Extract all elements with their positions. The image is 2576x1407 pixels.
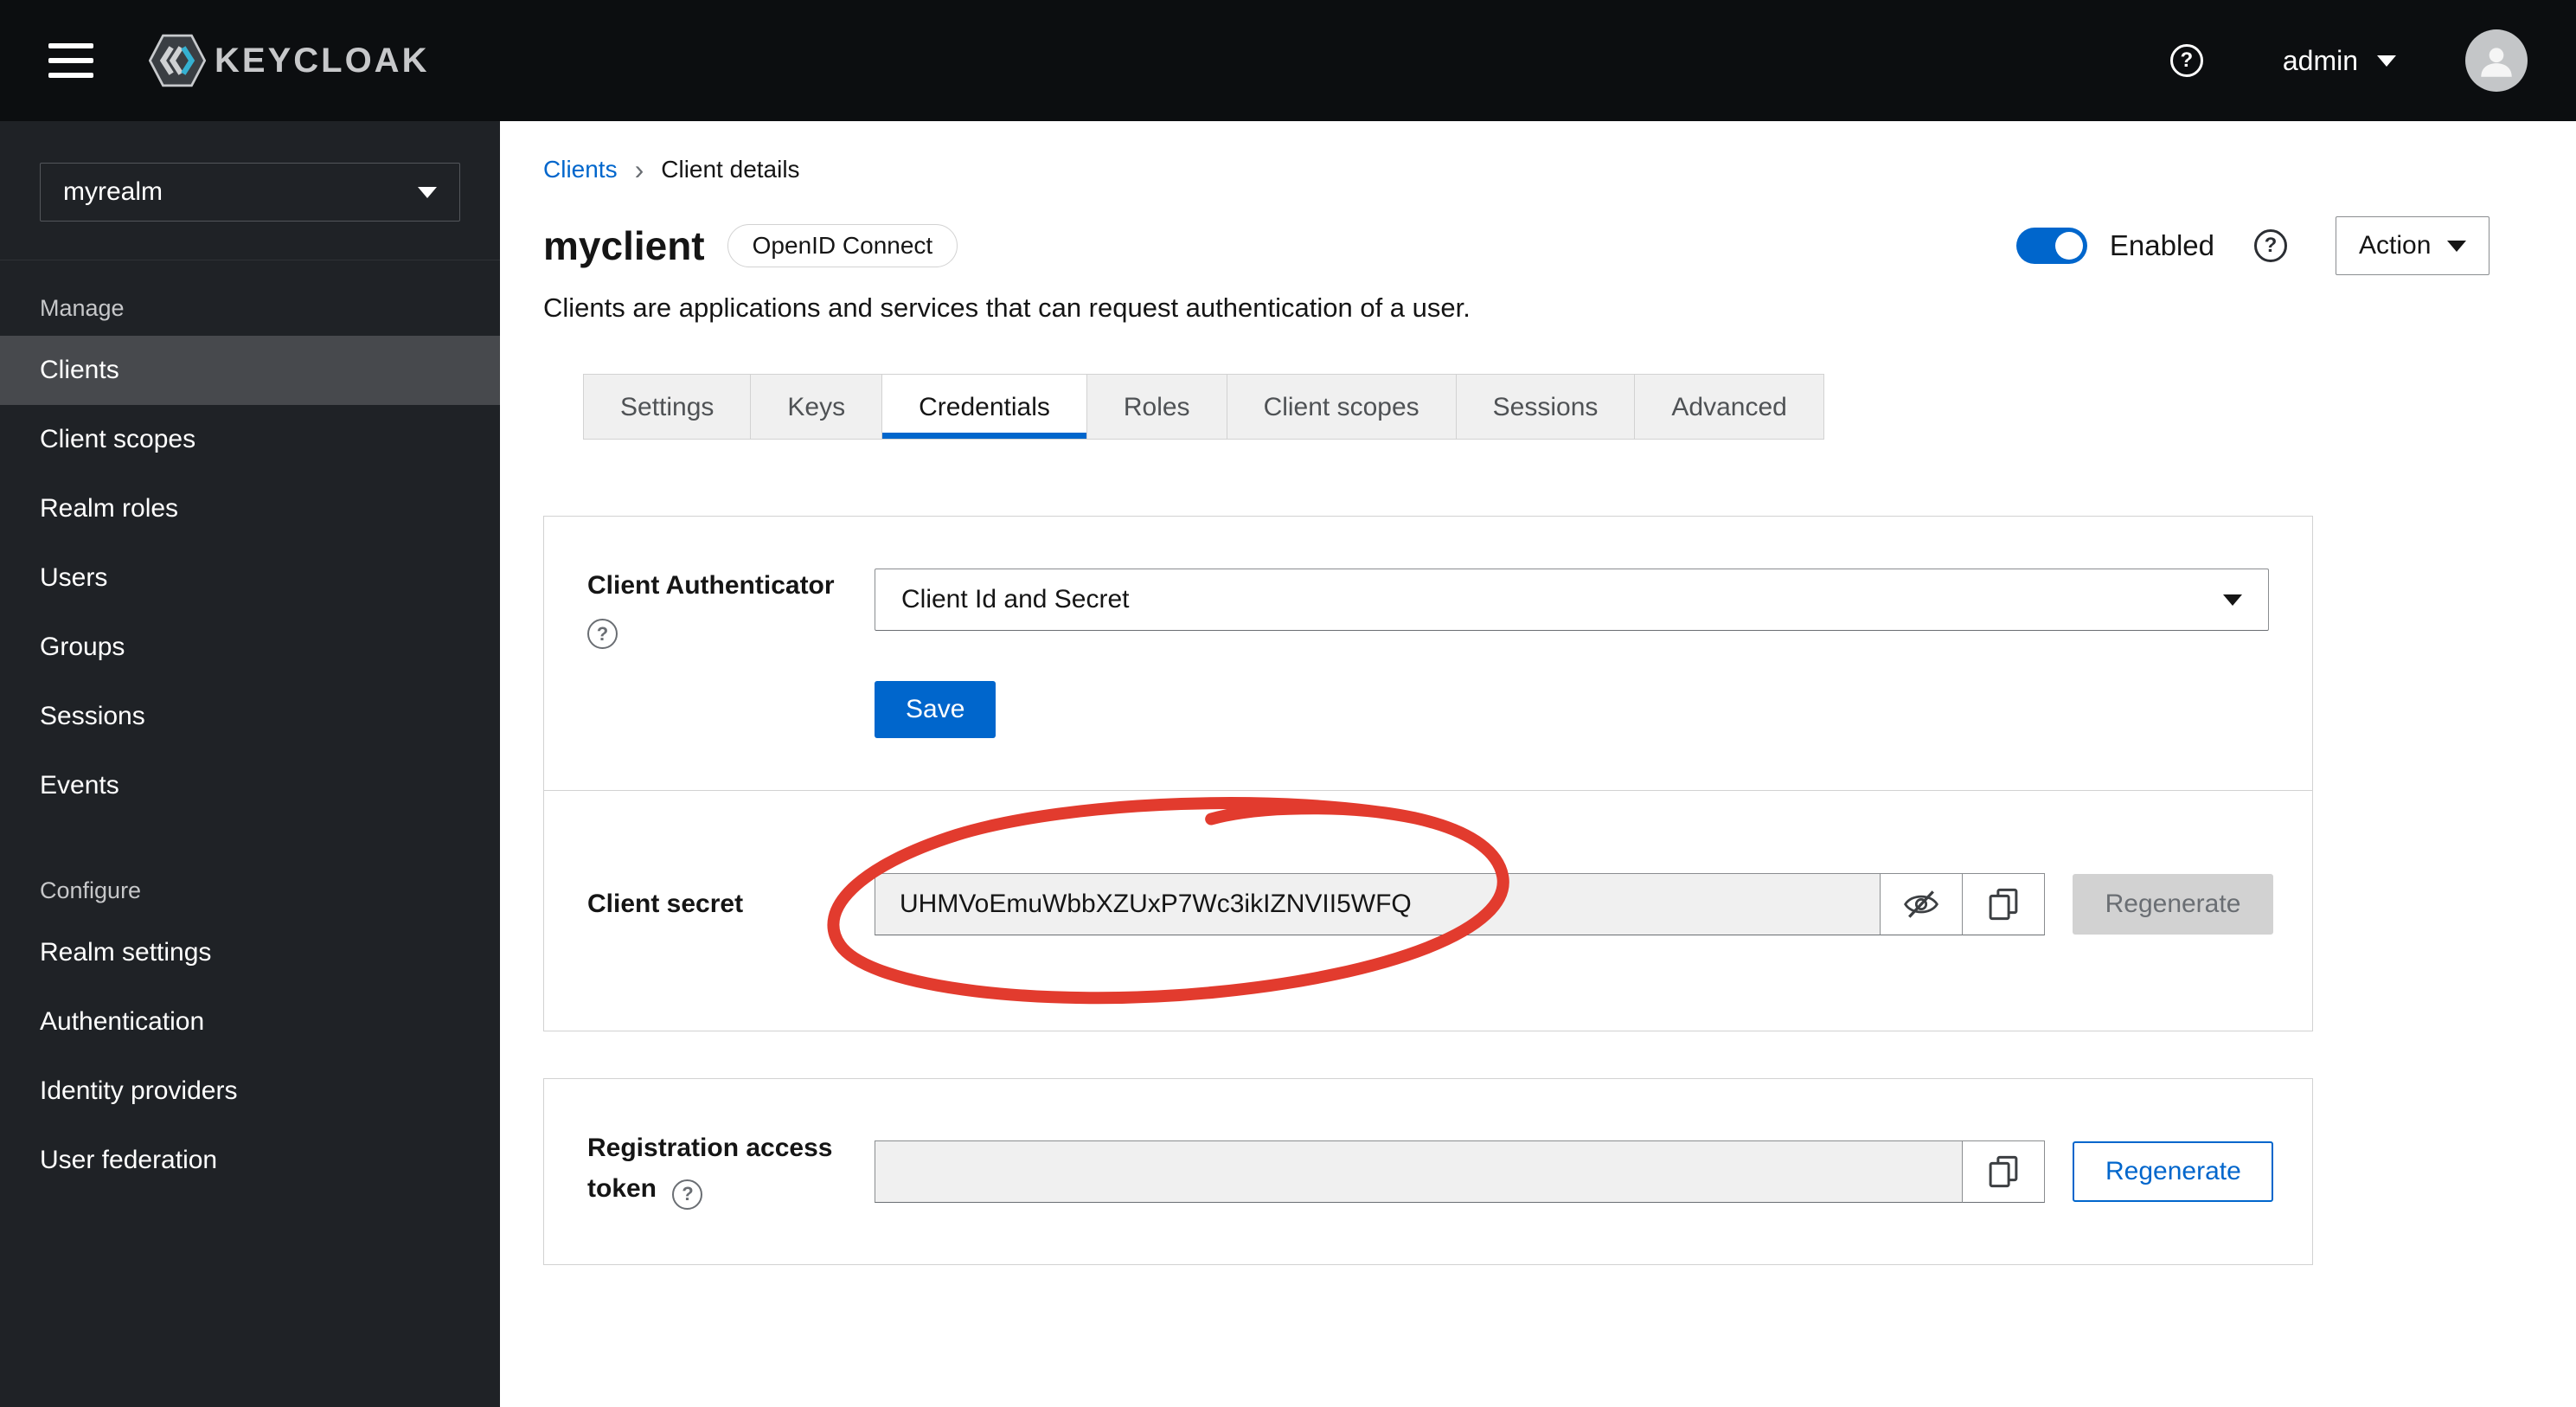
chevron-down-icon — [2447, 240, 2466, 252]
client-secret-input[interactable] — [875, 873, 1881, 935]
chevron-down-icon — [418, 186, 437, 198]
client-authenticator-label: Client Authenticator — [587, 571, 835, 600]
page-title: myclient — [543, 223, 705, 268]
tab-advanced[interactable]: Advanced — [1635, 374, 1824, 440]
masthead: KEYCLOAK ? admin — [0, 0, 2576, 121]
client-authenticator-help-icon[interactable]: ? — [587, 619, 618, 649]
page-header: myclient OpenID Connect Enabled ? Action — [543, 216, 2489, 275]
nav-section-manage-label: Manage — [40, 295, 125, 321]
regenerate-secret-button[interactable]: Regenerate — [2073, 874, 2273, 935]
breadcrumb: Clients › Client details — [543, 156, 2489, 183]
registration-token-field: Regenerate — [875, 1131, 2273, 1212]
tab-sessions[interactable]: Sessions — [1456, 374, 1636, 440]
client-authenticator-label-col: Client Authenticator ? — [587, 569, 875, 738]
nav-section-configure: Configure Realm settings Authentication … — [0, 820, 500, 1195]
avatar[interactable] — [2465, 29, 2528, 92]
registration-token-input[interactable] — [875, 1140, 1963, 1203]
tab-credentials[interactable]: Credentials — [882, 374, 1087, 440]
keycloak-logo-icon — [149, 34, 206, 87]
copy-icon — [1989, 1155, 2018, 1188]
question-glyph: ? — [596, 622, 609, 645]
tab-roles[interactable]: Roles — [1086, 374, 1227, 440]
masthead-controls: ? admin — [2169, 29, 2528, 92]
page-description: Clients are applications and services th… — [543, 292, 1471, 323]
client-secret-field: Regenerate — [875, 873, 2273, 935]
action-dropdown[interactable]: Action — [2336, 216, 2489, 275]
action-label: Action — [2359, 231, 2432, 260]
sidebar-item-client-scopes[interactable]: Client scopes — [0, 405, 500, 474]
enabled-toggle[interactable] — [2015, 228, 2087, 264]
user-name: admin — [2282, 44, 2358, 76]
client-secret-section: Client secret UHMVoEmuWbbXZUxP7Wc3ikIZNV… — [544, 790, 2312, 1031]
client-authenticator-select[interactable]: Client Id and Secret — [875, 569, 2269, 631]
enabled-help-icon[interactable]: ? — [2254, 229, 2287, 262]
chevron-down-icon — [2223, 594, 2242, 606]
credentials-card: Client Authenticator ? Client Id and Sec… — [543, 516, 2313, 1031]
eye-slash-icon — [1904, 890, 1938, 918]
sidebar-item-users[interactable]: Users — [0, 543, 500, 613]
sidebar-item-events[interactable]: Events — [0, 751, 500, 820]
sidebar-item-sessions[interactable]: Sessions — [0, 682, 500, 751]
brand-text: KEYCLOAK — [215, 41, 430, 80]
realm-name: myrealm — [63, 177, 163, 206]
save-button[interactable]: Save — [875, 681, 996, 738]
copy-token-button[interactable] — [1963, 1140, 2045, 1203]
enabled-label: Enabled — [2109, 229, 2214, 261]
header-controls: Enabled ? Action — [2015, 216, 2489, 275]
sidebar-item-user-federation[interactable]: User federation — [0, 1126, 500, 1195]
sidebar-item-identity-providers[interactable]: Identity providers — [0, 1057, 500, 1126]
show-secret-button[interactable] — [1881, 873, 1963, 935]
keycloak-logo: KEYCLOAK — [149, 32, 429, 89]
client-secret-input-group — [875, 873, 2045, 935]
sidebar-item-groups[interactable]: Groups — [0, 613, 500, 682]
registration-token-card: Registration access token ? Regenerate — [543, 1078, 2313, 1265]
nav-section-manage: Manage Clients Client scopes Realm roles… — [0, 260, 500, 820]
registration-token-help-icon[interactable]: ? — [672, 1179, 703, 1210]
nav-toggle-button[interactable] — [42, 36, 100, 85]
sidebar: myrealm Manage Clients Client scopes Rea… — [0, 121, 500, 1407]
sidebar-item-clients[interactable]: Clients — [0, 336, 500, 405]
regenerate-token-button[interactable]: Regenerate — [2073, 1141, 2273, 1202]
realm-selector-wrap: myrealm — [0, 121, 500, 260]
registration-token-section: Registration access token ? Regenerate — [544, 1079, 2312, 1264]
sidebar-item-realm-roles[interactable]: Realm roles — [0, 474, 500, 543]
protocol-badge: OpenID Connect — [727, 224, 958, 267]
tab-keys[interactable]: Keys — [751, 374, 883, 440]
toggle-knob — [2054, 232, 2083, 260]
question-glyph: ? — [2180, 48, 2194, 72]
sidebar-item-authentication[interactable]: Authentication — [0, 987, 500, 1057]
tab-bar: Settings Keys Credentials Roles Client s… — [583, 374, 2489, 440]
client-authenticator-section: Client Authenticator ? Client Id and Sec… — [544, 517, 2312, 790]
sidebar-item-realm-settings[interactable]: Realm settings — [0, 918, 500, 987]
copy-secret-button[interactable] — [1963, 873, 2045, 935]
question-glyph: ? — [682, 1183, 694, 1205]
registration-token-label-col: Registration access token ? — [587, 1131, 875, 1212]
user-menu[interactable]: admin — [2283, 45, 2396, 77]
user-avatar-icon — [2481, 48, 2512, 77]
chevron-down-icon — [2377, 55, 2396, 67]
registration-token-input-group — [875, 1140, 2045, 1203]
tab-settings[interactable]: Settings — [583, 374, 752, 440]
client-authenticator-field: Client Id and Secret Save — [875, 569, 2269, 738]
main-content: Clients › Client details myclient OpenID… — [500, 121, 2576, 1407]
client-secret-label-col: Client secret — [587, 873, 875, 935]
breadcrumb-current: Client details — [661, 156, 800, 183]
realm-selector[interactable]: myrealm — [40, 163, 460, 222]
breadcrumb-clients-link[interactable]: Clients — [543, 156, 618, 183]
question-glyph: ? — [2264, 234, 2278, 257]
chevron-right-icon: › — [634, 154, 644, 185]
registration-token-label: Registration access token — [587, 1134, 833, 1203]
help-icon[interactable]: ? — [2169, 44, 2203, 77]
tab-client-scopes[interactable]: Client scopes — [1227, 374, 1457, 440]
client-secret-label: Client secret — [587, 890, 744, 918]
copy-icon — [1989, 888, 2018, 921]
nav-section-configure-label: Configure — [40, 877, 142, 903]
client-authenticator-value: Client Id and Secret — [901, 585, 1130, 614]
